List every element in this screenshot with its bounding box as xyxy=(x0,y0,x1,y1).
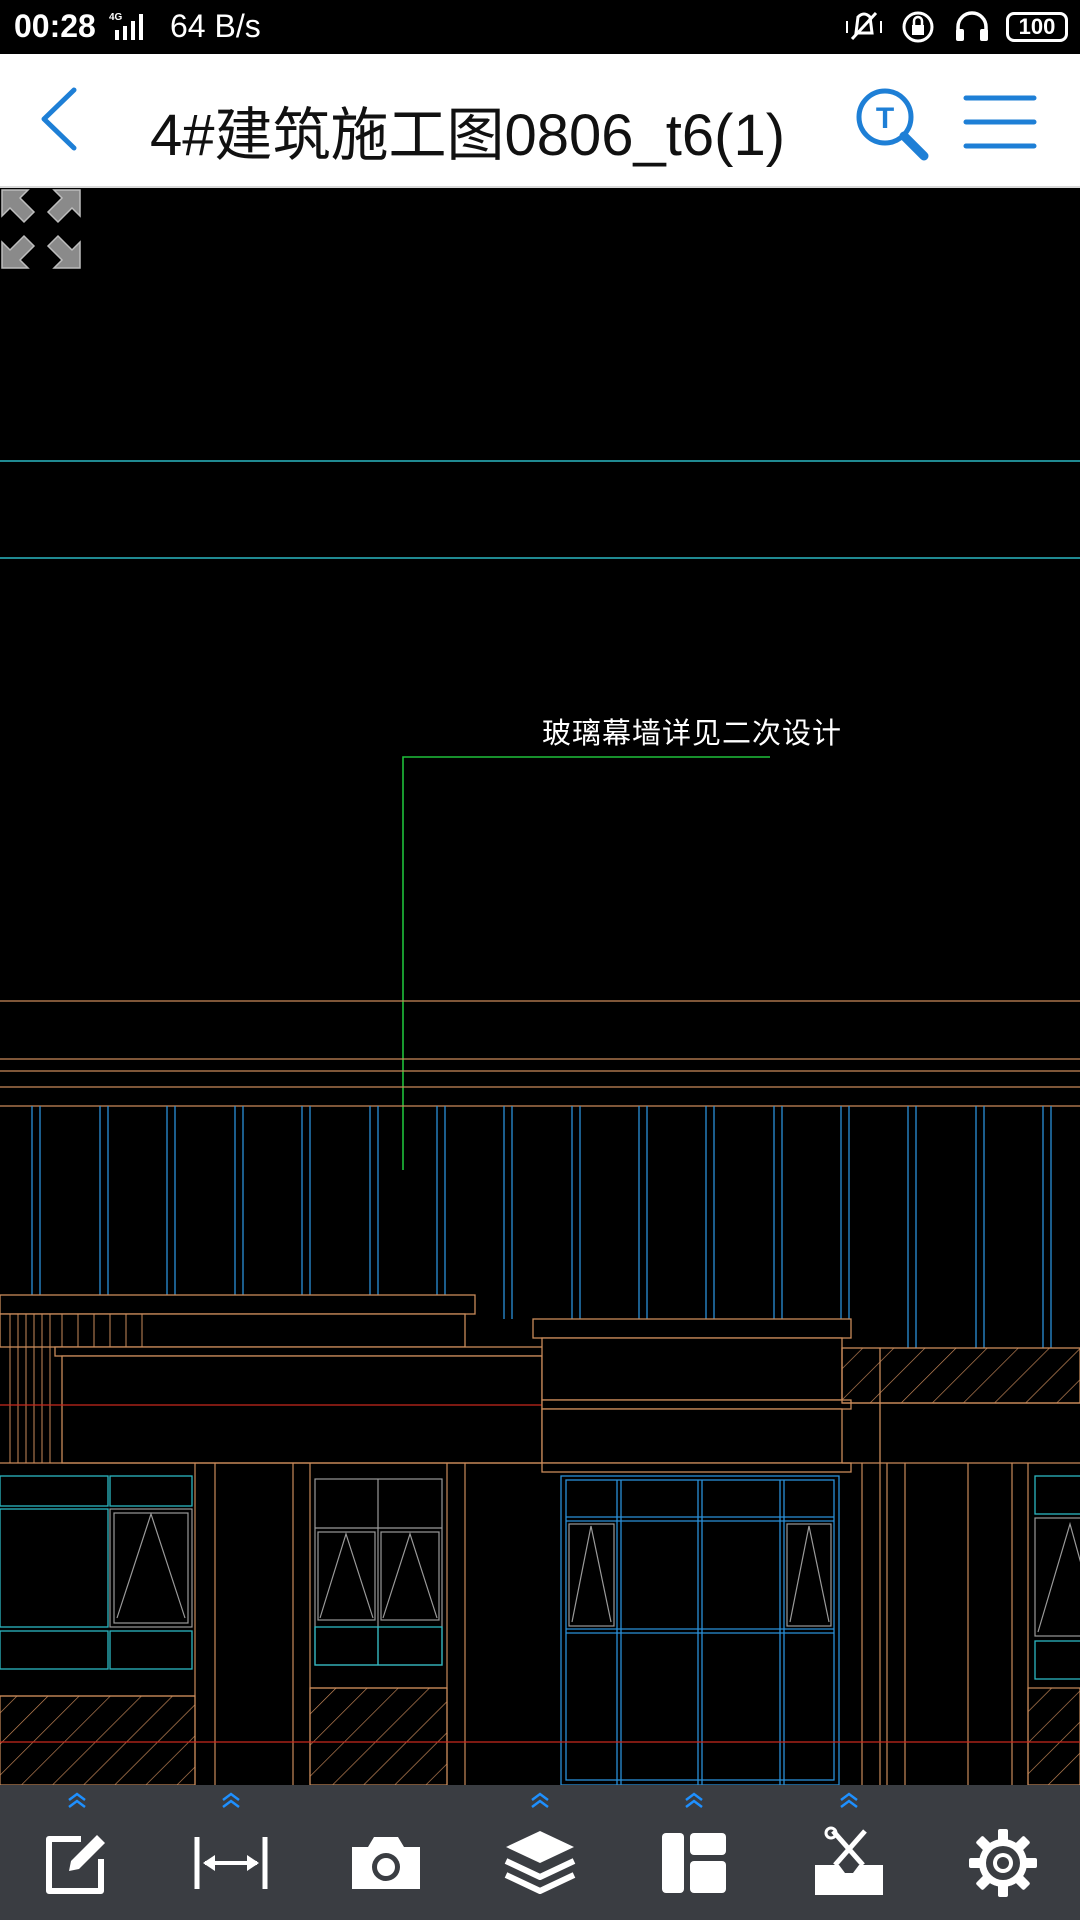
menu-button[interactable] xyxy=(962,84,1038,160)
layout-icon xyxy=(662,1833,727,1893)
svg-text:T: T xyxy=(876,102,894,135)
status-icons: 100 xyxy=(844,8,1068,46)
rotation-lock-icon xyxy=(902,11,934,43)
measure-icon xyxy=(194,1837,268,1889)
page-title: 4#建筑施工图0806_t6(1) xyxy=(150,103,786,168)
status-bar: 00:28 4G 64 B/s 100 xyxy=(0,0,1080,54)
headphones-icon xyxy=(956,11,988,41)
chevron-up-icon xyxy=(531,1792,549,1808)
floor-lines xyxy=(0,1000,1080,1107)
camera-icon xyxy=(351,1837,420,1889)
signal-icon: 4G xyxy=(109,12,143,40)
network-type: 4G xyxy=(109,12,123,23)
measure-tool[interactable] xyxy=(154,1785,308,1920)
window-center xyxy=(560,1475,840,1785)
fit-screen-button[interactable] xyxy=(0,188,82,270)
drawing-annotation: 玻璃幕墙详见二次设计 xyxy=(542,716,843,750)
layout-tool[interactable] xyxy=(617,1785,771,1920)
chevron-up-icon xyxy=(685,1792,704,1808)
battery-icon: 100 xyxy=(1006,12,1068,42)
cad-drawing xyxy=(0,460,1080,1785)
center-block xyxy=(532,1318,852,1473)
hatch-panel xyxy=(1027,1687,1080,1785)
hamburger-menu-icon xyxy=(963,95,1037,149)
hatch-band xyxy=(841,1347,1080,1404)
title-bar: 4#建筑施工图0806_t6(1) T xyxy=(0,54,1080,188)
annotate-tool[interactable] xyxy=(0,1785,154,1920)
gear-icon xyxy=(968,1829,1037,1897)
text-search-icon: T xyxy=(856,88,929,161)
back-button[interactable] xyxy=(28,84,98,154)
screenshot-tool[interactable] xyxy=(309,1785,463,1920)
fit-screen-icon xyxy=(1,189,81,269)
network-speed: 64 B/s xyxy=(170,8,261,44)
hatch-panel xyxy=(309,1687,448,1785)
text-search-button[interactable]: T xyxy=(852,84,932,164)
window-right xyxy=(1034,1475,1080,1680)
chevron-up-icon xyxy=(222,1792,241,1808)
layers-icon xyxy=(504,1831,576,1894)
layers-tool[interactable] xyxy=(463,1785,617,1920)
settings-tool[interactable] xyxy=(926,1785,1080,1920)
leader-line xyxy=(402,756,770,1170)
chevron-up-icon xyxy=(68,1792,86,1808)
left-podium xyxy=(0,1294,553,1464)
edit-icon xyxy=(46,1835,106,1894)
bottom-toolbar xyxy=(0,1785,1080,1920)
battery-level: 100 xyxy=(1018,14,1056,39)
status-time: 00:28 xyxy=(14,8,96,44)
window-left xyxy=(0,1475,193,1670)
hatch-panel xyxy=(0,1695,196,1785)
toolbox-icon xyxy=(814,1826,883,1895)
chevron-up-icon xyxy=(839,1792,858,1808)
drawing-canvas[interactable]: 玻璃幕墙详见二次设计 xyxy=(0,188,1080,1785)
chevron-left-icon xyxy=(41,87,77,151)
toolbox-tool[interactable] xyxy=(771,1785,925,1920)
vibrate-icon xyxy=(846,11,882,41)
